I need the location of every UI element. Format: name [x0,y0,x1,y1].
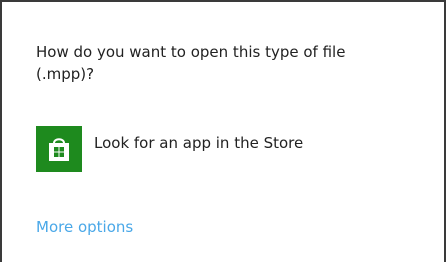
open-with-dialog: How do you want to open this type of fil… [0,0,446,262]
dialog-question: How do you want to open this type of fil… [36,43,346,83]
store-option[interactable]: Look for an app in the Store [36,126,356,172]
store-option-label: Look for an app in the Store [94,134,304,152]
more-options-link[interactable]: More options [36,217,133,237]
store-bag-icon [36,126,82,172]
